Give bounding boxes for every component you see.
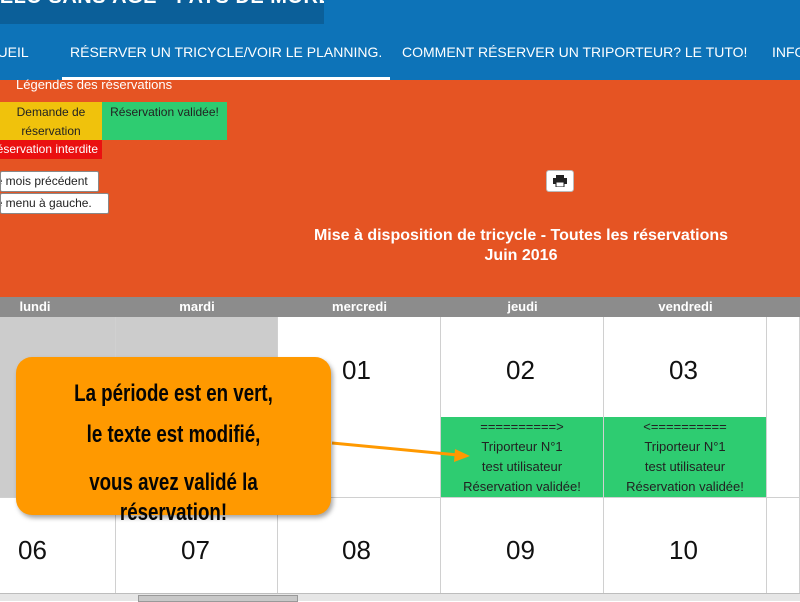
callout-line-2: le texte est modifié, [86, 421, 261, 448]
scrollbar-thumb[interactable] [138, 595, 298, 602]
callout-line-3: vous avez validé la réservation! [89, 469, 258, 526]
tutorial-callout: La période est en vert, le texte est mod… [16, 357, 331, 526]
callout-line-1: La période est en vert, [74, 380, 273, 407]
